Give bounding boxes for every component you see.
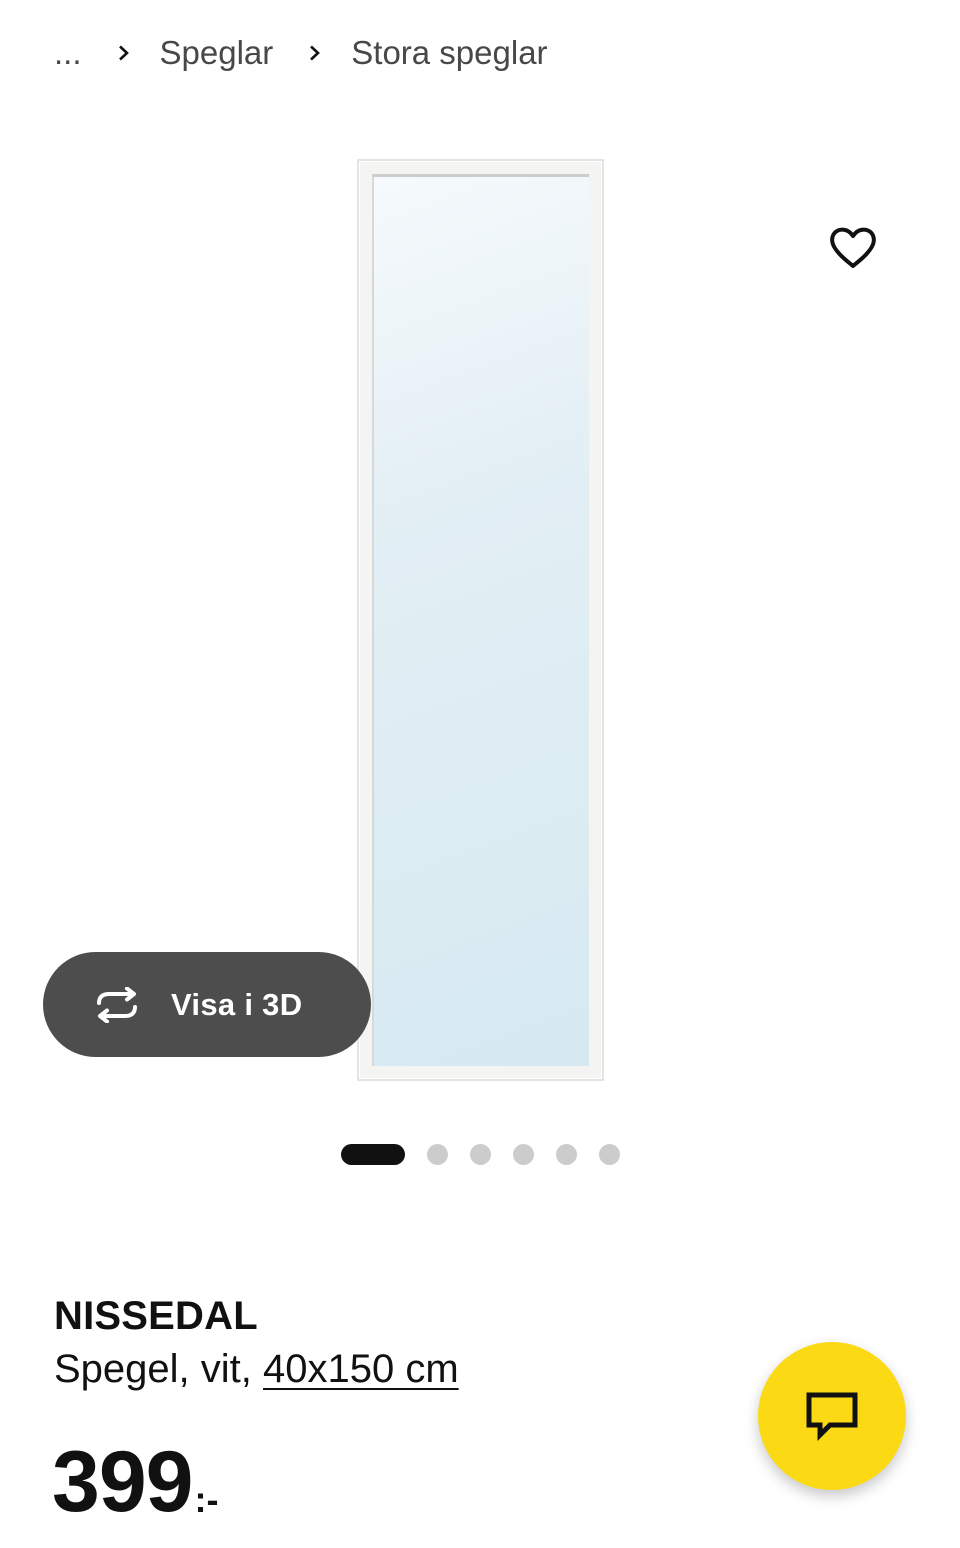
breadcrumb-item-stora-speglar[interactable]: Stora speglar xyxy=(351,34,547,72)
chat-button[interactable] xyxy=(758,1342,906,1490)
product-image-mirror[interactable] xyxy=(357,159,604,1081)
chevron-right-icon xyxy=(118,45,130,61)
view-in-3d-label: Visa i 3D xyxy=(171,986,303,1022)
gallery-dot-4[interactable] xyxy=(513,1143,534,1165)
product-description: Spegel, vit, 40x150 cm xyxy=(54,1347,459,1392)
gallery-dot-1[interactable] xyxy=(341,1143,405,1165)
product-name: NISSEDAL xyxy=(54,1294,258,1338)
price-suffix: :- xyxy=(194,1479,219,1520)
product-price: 399 :- xyxy=(52,1432,218,1532)
view-in-3d-button[interactable]: Visa i 3D xyxy=(43,952,371,1057)
chevron-right-icon xyxy=(309,45,321,61)
rotate-3d-icon xyxy=(89,986,145,1023)
gallery-dot-2[interactable] xyxy=(427,1143,448,1165)
gallery-dot-6[interactable] xyxy=(599,1143,620,1165)
breadcrumb-item-speglar[interactable]: Speglar xyxy=(160,34,274,72)
product-size-link[interactable]: 40x150 cm xyxy=(263,1347,459,1391)
mirror-glass xyxy=(372,174,589,1066)
breadcrumb-ellipsis[interactable]: ... xyxy=(54,34,82,72)
product-description-text: Spegel, vit, xyxy=(54,1347,264,1391)
breadcrumb: ... Speglar Stora speglar xyxy=(54,30,548,76)
heart-icon xyxy=(830,227,876,268)
price-integer: 399 xyxy=(52,1434,193,1530)
chat-bubble-icon xyxy=(806,1392,858,1442)
gallery-dot-3[interactable] xyxy=(470,1143,491,1165)
gallery-dot-5[interactable] xyxy=(556,1143,577,1165)
favorite-button[interactable] xyxy=(822,220,884,276)
gallery-pagination xyxy=(341,1143,620,1165)
